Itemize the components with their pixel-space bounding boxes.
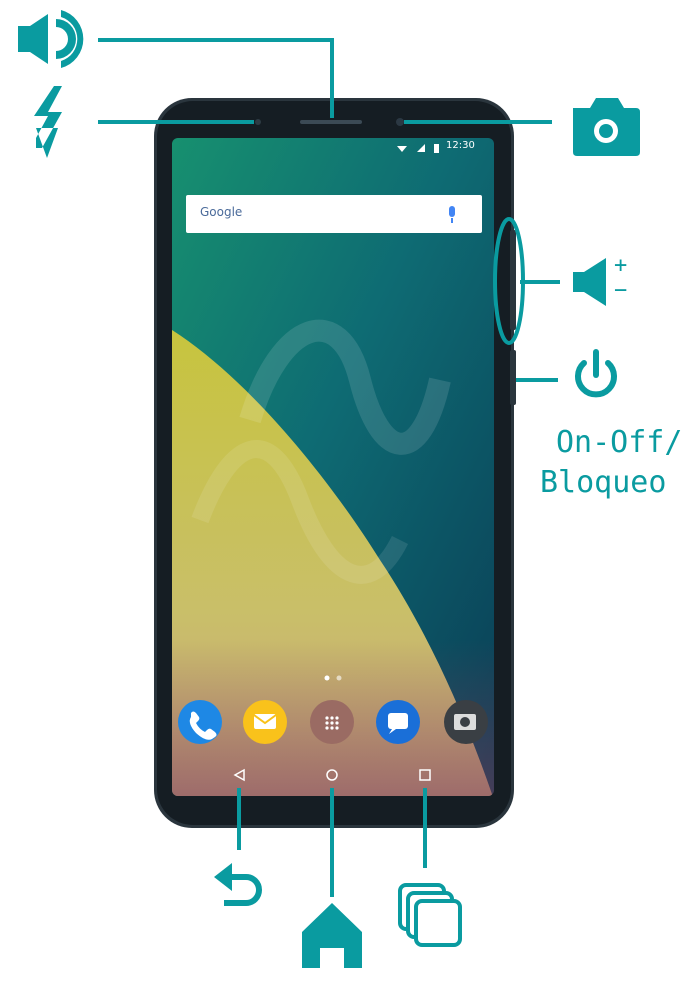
page-dot (336, 675, 342, 681)
power-icon (575, 349, 617, 398)
flash-led (255, 119, 261, 125)
volume-rocker[interactable] (510, 230, 516, 330)
power-button[interactable] (510, 350, 516, 405)
front-camera (396, 118, 404, 126)
back-arrow-head (214, 863, 232, 891)
battery-icon (434, 144, 439, 153)
messages-app-icon[interactable] (376, 700, 420, 744)
google-logo: Google (200, 205, 243, 219)
home-icon (302, 903, 362, 968)
power-label-line2: Bloqueo (540, 465, 667, 500)
camera-icon (573, 98, 640, 156)
power-label-line1: On-Off/ (556, 425, 683, 460)
volume-icon (573, 258, 606, 306)
phone-app-icon[interactable] (178, 700, 222, 744)
flash-icon (34, 86, 62, 158)
speaker-icon (18, 10, 84, 68)
app-drawer-icon[interactable] (310, 700, 354, 744)
page-dot-active (324, 675, 330, 681)
earpiece (300, 120, 362, 124)
camera-app-icon[interactable] (444, 700, 488, 744)
volume-minus-sign: − (614, 278, 628, 303)
volume-plus-sign: + (614, 253, 628, 278)
email-app-icon[interactable] (243, 700, 287, 744)
status-time: 12:30 (446, 140, 475, 151)
recents-icon (398, 883, 462, 947)
